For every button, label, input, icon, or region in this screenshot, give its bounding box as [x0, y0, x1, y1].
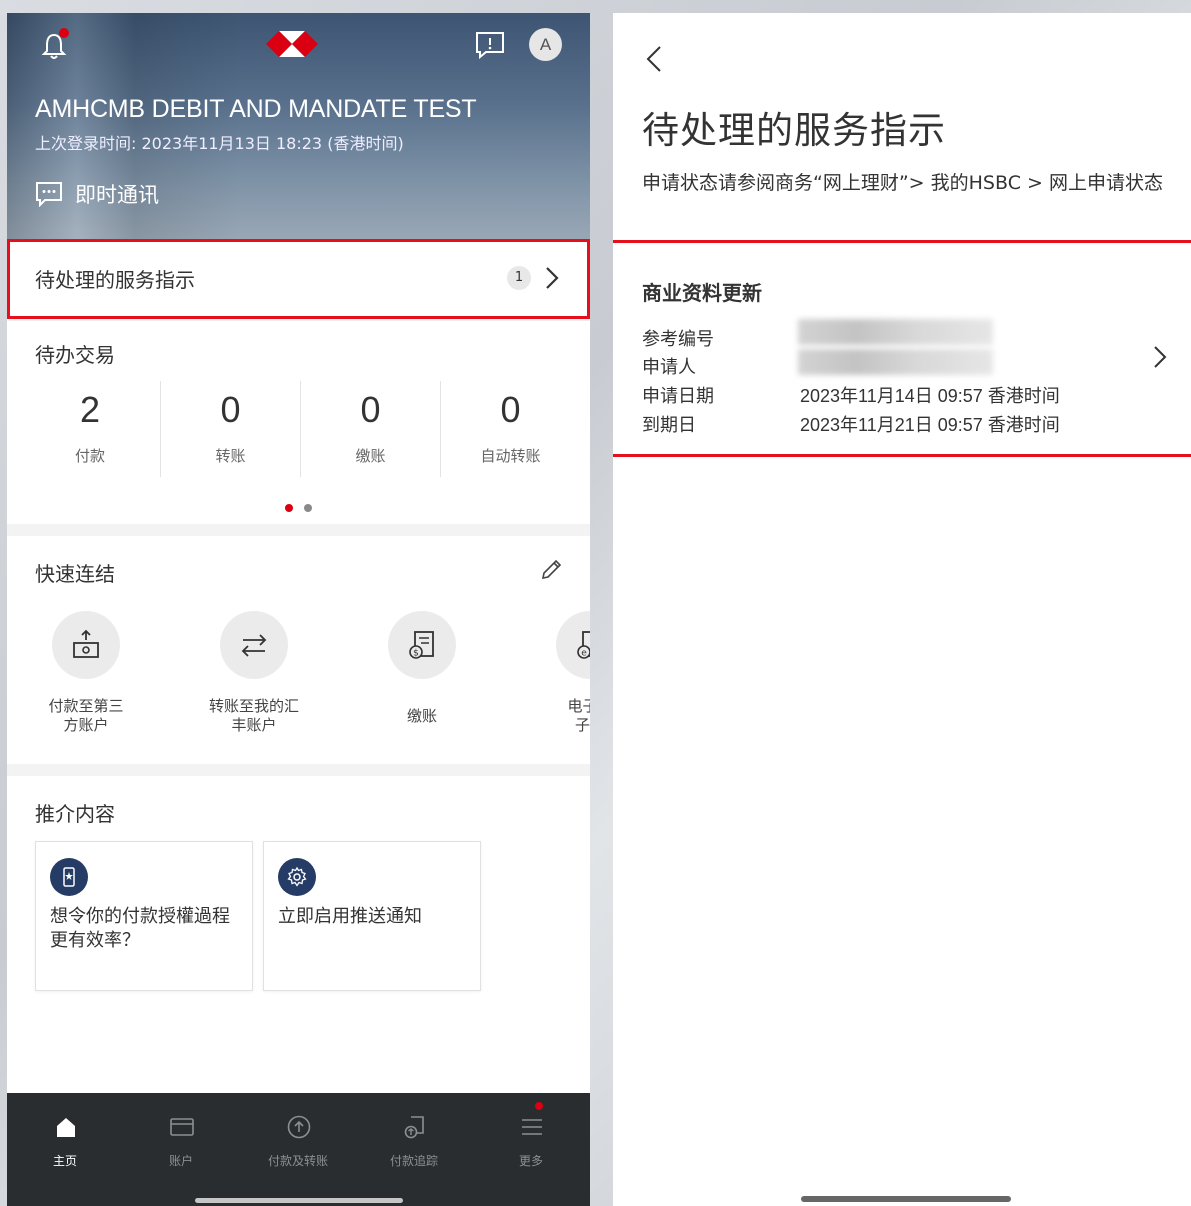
- todo-transfers[interactable]: 0 转账: [160, 381, 300, 477]
- gear-icon: [287, 866, 307, 887]
- todo-count: 0: [360, 389, 381, 430]
- transfer-icon: [241, 634, 267, 657]
- quick-link-label: 付款至第三: [48, 697, 124, 715]
- chevron-right-icon: [1154, 346, 1167, 368]
- quick-link-label: 转账至我的汇: [208, 697, 299, 715]
- todo-label: 缴账: [355, 447, 386, 465]
- todo-label: 付款: [74, 447, 105, 465]
- pending-transactions-section: 待办交易 2 付款 0 转账 0 缴账 0 自动转账: [7, 321, 590, 524]
- quick-link-label: 电子结: [567, 697, 590, 715]
- section-title: 推介内容: [35, 802, 115, 826]
- pending-instructions-screen: 待处理的服务指示 申请状态请参阅商务“网上理财”> 我的HSBC > 网上申请状…: [613, 13, 1191, 1206]
- svg-text:$: $: [413, 649, 419, 659]
- back-chevron-icon[interactable]: [646, 45, 662, 73]
- last-login-text: 上次登录时间: 2023年11月13日 18:23 (香港时间): [35, 134, 404, 153]
- chat-alert-icon[interactable]: [474, 30, 506, 60]
- e-statement-icon: e: [577, 631, 590, 659]
- home-screen: A AMHCMB DEBIT AND MANDATE TEST 上次登录时间: …: [7, 13, 590, 1206]
- section-title: 待办交易: [35, 343, 115, 367]
- home-icon: [57, 1118, 75, 1137]
- todo-payments[interactable]: 2 付款: [20, 381, 160, 477]
- pending-instructions-row[interactable]: 待处理的服务指示 1: [7, 239, 590, 319]
- pending-instructions-title: 待处理的服务指示: [35, 268, 195, 292]
- card-icon: [170, 1118, 194, 1136]
- todo-bills[interactable]: 0 缴账: [300, 381, 440, 477]
- bill-icon: $: [409, 631, 434, 659]
- instant-message-link[interactable]: 即时通讯: [35, 179, 159, 209]
- recommend-card-push[interactable]: 立即启用推送通知: [263, 841, 481, 991]
- quick-link-label: 方账户: [63, 716, 109, 734]
- apply-date-label: 申请日期: [642, 386, 714, 407]
- chevron-right-icon: [546, 267, 559, 289]
- hsbc-logo: [266, 31, 318, 57]
- tab-label: 付款追踪: [389, 1154, 438, 1168]
- tab-home[interactable]: 主页: [7, 1093, 123, 1173]
- tab-accounts[interactable]: 账户: [123, 1093, 239, 1173]
- apply-date-value: 2023年11月14日 09:57 香港时间: [800, 386, 1060, 406]
- recommend-card-text: 想令你的付款授權過程更有效率？: [50, 906, 230, 951]
- quick-link-e-statement[interactable]: e 电子结子通: [520, 611, 590, 735]
- page-dot-active: [285, 504, 293, 512]
- tab-payment-tracking[interactable]: 付款追踪: [356, 1093, 472, 1173]
- header-banner: A AMHCMB DEBIT AND MANDATE TEST 上次登录时间: …: [7, 13, 590, 239]
- page-title: 待处理的服务指示: [642, 109, 946, 152]
- tab-label: 账户: [168, 1154, 193, 1168]
- tab-more[interactable]: 更多: [473, 1093, 589, 1173]
- more-notification-dot: [535, 1102, 543, 1110]
- recommend-card-authorization[interactable]: 想令你的付款授權過程更有效率？: [35, 841, 253, 991]
- todo-count: 0: [500, 389, 521, 430]
- quick-link-transfer-own[interactable]: 转账至我的汇 丰账户: [184, 611, 324, 735]
- expiry-date-label: 到期日: [642, 415, 696, 436]
- svg-text:e: e: [581, 649, 587, 659]
- todo-auto-transfers[interactable]: 0 自动转账: [440, 381, 580, 477]
- notification-dot: [59, 28, 69, 38]
- home-indicator: [195, 1198, 403, 1203]
- applicant-label: 申请人: [642, 357, 696, 378]
- phone-authorize-icon: [63, 867, 75, 887]
- request-title: 商业资料更新: [642, 281, 762, 305]
- page-dot: [304, 504, 312, 512]
- message-icon: [36, 182, 62, 207]
- pay-third-party-icon: [73, 629, 99, 658]
- expiry-date-value: 2023年11月21日 09:57 香港时间: [800, 415, 1060, 435]
- home-indicator: [801, 1196, 1011, 1202]
- page-description: 申请状态请参阅商务“网上理财”> 我的HSBC > 网上申请状态: [642, 172, 1163, 194]
- todo-label: 自动转账: [480, 447, 541, 465]
- account-name: AMHCMB DEBIT AND MANDATE TEST: [35, 95, 477, 123]
- avatar[interactable]: A: [529, 28, 562, 61]
- reference-label: 参考编号: [642, 329, 714, 350]
- applicant-value-redacted: [798, 349, 993, 375]
- bottom-tab-bar: 主页 账户 付款及转账 付款追踪 更多: [7, 1093, 590, 1206]
- pending-count-badge: 1: [507, 266, 531, 290]
- quick-link-label: 缴账: [406, 707, 437, 725]
- quick-links-section: 快速连结 付款至第三 方账户 转账至我的汇 丰账户 $ 缴账 e 电子 子: [7, 536, 590, 764]
- request-item[interactable]: 商业资料更新 参考编号 申请人 申请日期 2023年11月14日 09:57 香…: [613, 240, 1191, 457]
- tab-label: 主页: [52, 1154, 77, 1168]
- menu-icon: [522, 1119, 542, 1135]
- quick-link-pay-third-party[interactable]: 付款至第三 方账户: [16, 611, 156, 735]
- quick-link-label: 丰账户: [231, 716, 277, 734]
- recommend-card-text: 立即启用推送通知: [278, 906, 422, 927]
- section-title: 快速连结: [35, 562, 115, 586]
- tab-label: 更多: [518, 1154, 543, 1168]
- upload-circle-icon: [287, 1115, 311, 1139]
- track-icon: [404, 1116, 424, 1139]
- todo-label: 转账: [215, 447, 246, 465]
- quick-link-label: 子通: [574, 716, 590, 734]
- todo-count: 2: [79, 389, 101, 430]
- tab-pay-transfer[interactable]: 付款及转账: [240, 1093, 356, 1173]
- instant-message-label: 即时通讯: [75, 183, 159, 207]
- quick-link-bills[interactable]: $ 缴账: [352, 611, 492, 726]
- tab-label: 付款及转账: [267, 1154, 328, 1168]
- todo-count: 0: [220, 389, 241, 430]
- reference-value-redacted: [798, 319, 993, 345]
- edit-pencil-icon[interactable]: [539, 558, 563, 582]
- page-indicator[interactable]: [285, 504, 323, 512]
- recommended-section: 推介内容 想令你的付款授權過程更有效率？ 立即启用推送通知: [7, 776, 590, 1096]
